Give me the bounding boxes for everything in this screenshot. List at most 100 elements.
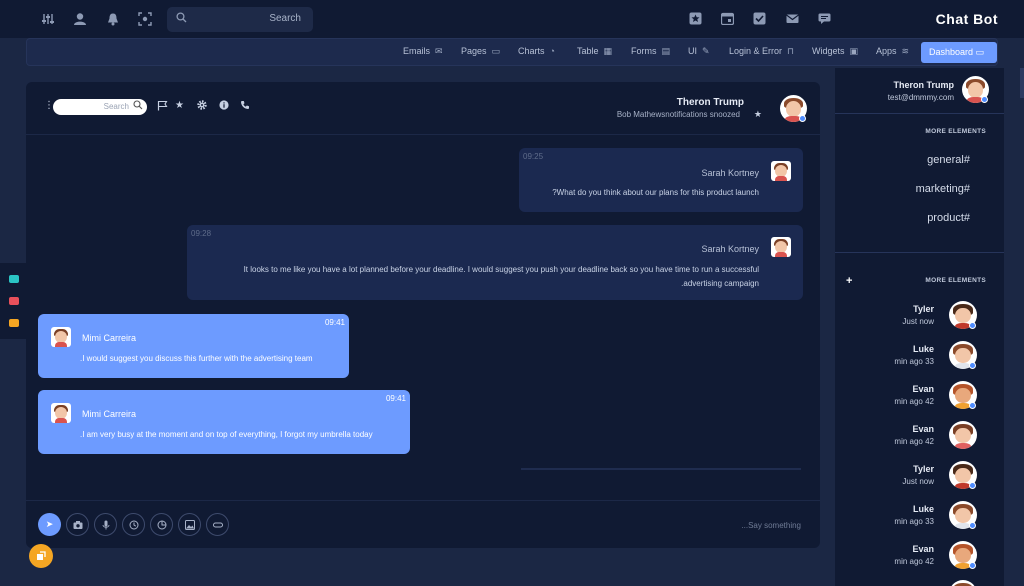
nav-ui[interactable]: UI ✎: [688, 46, 710, 57]
contact-time: min ago 33: [894, 517, 934, 526]
nav-apps[interactable]: Apps ≋: [876, 46, 909, 57]
red-app-icon[interactable]: [9, 297, 19, 305]
history-button[interactable]: [122, 513, 145, 536]
nav-label: Login & Error: [729, 46, 783, 56]
top-search-input[interactable]: Search: [167, 7, 313, 32]
nav-dashboard[interactable]: Dashboard ▭: [921, 42, 997, 63]
message-text: .I am very busy at the moment and on top…: [80, 430, 373, 439]
nav-pages[interactable]: Pages ▭: [461, 46, 500, 57]
floating-action-button[interactable]: [29, 544, 53, 568]
widget-icon: ▣: [849, 46, 859, 56]
divider: [835, 113, 1004, 114]
message-text: .I would suggest you discuss this furthe…: [80, 354, 313, 363]
nav-label: Emails: [403, 46, 431, 56]
sender-avatar: [51, 403, 71, 423]
contact-name[interactable]: Tyler: [913, 464, 934, 474]
chat-search-input[interactable]: Search: [53, 99, 147, 115]
focus-icon[interactable]: [138, 12, 152, 26]
nav-label: Table: [577, 46, 599, 56]
contact-status: Bob Mathewsnotifications snoozed: [616, 110, 740, 119]
orange-app-icon[interactable]: [9, 319, 19, 327]
nav-label: Widgets: [812, 46, 845, 56]
mail-icon: ✉: [435, 46, 443, 56]
check-box-icon[interactable]: [752, 12, 766, 26]
table-icon: ▦: [603, 46, 613, 56]
left-toolbar: [0, 263, 26, 339]
sender-avatar: [51, 327, 71, 347]
contact-name[interactable]: Luke: [913, 504, 934, 514]
search-icon: [176, 12, 187, 26]
user-icon[interactable]: [73, 12, 87, 26]
channel-general[interactable]: general#: [927, 154, 970, 166]
phone-icon[interactable]: [240, 100, 250, 113]
star-icon[interactable]: ★: [175, 100, 184, 111]
contact-avatar[interactable]: [949, 580, 977, 586]
folder-icon: ▭: [491, 46, 501, 56]
pie-chart-icon: ◔: [549, 46, 555, 56]
section-title: MORE ELEMENTS: [925, 277, 986, 284]
contact-name[interactable]: Evan: [912, 544, 934, 554]
sender-avatar: [771, 161, 791, 181]
message-input[interactable]: ...Say something: [741, 521, 801, 530]
nav-emails[interactable]: Emails ✉: [403, 46, 443, 57]
page-scrollbar[interactable]: [1004, 68, 1024, 586]
contact-time: min ago 42: [894, 437, 934, 446]
contact-time: min ago 42: [894, 557, 934, 566]
image-button[interactable]: [178, 513, 201, 536]
right-sidebar: Theron Trump test@dmmmy.com MORE ELEMENT…: [835, 68, 1004, 586]
contact-time: min ago 33: [894, 357, 934, 366]
top-bar: Search Chat Bot: [0, 0, 1024, 38]
message-bubble: 09:25 Sarah Kortney ?What do you think a…: [519, 148, 803, 212]
nav-charts[interactable]: Charts ◔: [518, 46, 555, 56]
mic-button[interactable]: [94, 513, 117, 536]
star-box-icon[interactable]: [688, 12, 702, 26]
edit-icon: ✎: [702, 46, 710, 56]
contact-name[interactable]: Tyler: [913, 304, 934, 314]
sliders-icon[interactable]: [41, 12, 55, 26]
monitor-icon: ▭: [975, 47, 985, 57]
channel-marketing[interactable]: marketing#: [916, 183, 970, 195]
channel-product[interactable]: product#: [927, 212, 970, 224]
bell-icon[interactable]: [106, 12, 120, 26]
contact-name[interactable]: Luke: [913, 344, 934, 354]
online-status-dot: [969, 482, 976, 489]
contact-name[interactable]: Evan: [912, 424, 934, 434]
add-icon[interactable]: +: [846, 275, 852, 287]
scrollbar-thumb[interactable]: [1020, 68, 1024, 98]
chat-panel: ⋮ Search ★ Theron Trump Bob Mathewsnotif…: [26, 82, 820, 548]
send-button[interactable]: ➤: [38, 513, 61, 536]
link-button[interactable]: [206, 513, 229, 536]
nav-table[interactable]: Table ▦: [577, 46, 612, 57]
nav-forms[interactable]: Forms ▤: [631, 46, 670, 57]
contact-name[interactable]: Evan: [912, 384, 934, 394]
pie-button[interactable]: [150, 513, 173, 536]
message-time: 09:28: [191, 229, 212, 238]
star-icon[interactable]: ★: [754, 109, 762, 120]
nav-login-error[interactable]: Login & Error ⊓: [729, 46, 794, 57]
online-status-dot: [981, 96, 988, 103]
divider: [835, 252, 1004, 253]
section-title: MORE ELEMENTS: [925, 128, 986, 135]
online-status-dot: [969, 362, 976, 369]
gear-icon[interactable]: [197, 100, 207, 113]
sender-avatar: [771, 237, 791, 257]
search-placeholder: Search: [269, 13, 301, 24]
nav-label: Apps: [876, 46, 897, 56]
app-title: Chat Bot: [935, 11, 998, 27]
nav-label: Dashboard: [929, 47, 974, 57]
camera-button[interactable]: [66, 513, 89, 536]
flag-icon[interactable]: [157, 100, 168, 114]
nav-label: Forms: [631, 46, 657, 56]
chat-icon[interactable]: [817, 12, 831, 26]
divider: [26, 500, 820, 501]
contact-avatar[interactable]: [949, 421, 977, 449]
typing-indicator: [521, 468, 801, 470]
nav-widgets[interactable]: Widgets ▣: [812, 46, 858, 57]
teal-app-icon[interactable]: [9, 275, 19, 283]
mail-icon[interactable]: [785, 12, 799, 26]
sender-name: Sarah Kortney: [701, 244, 759, 254]
message-bubble: 09:41 Mimi Carreira .I am very busy at t…: [38, 390, 410, 454]
message-time: 09:41: [324, 318, 345, 327]
info-icon[interactable]: [219, 100, 229, 113]
calendar-icon[interactable]: [720, 12, 734, 26]
